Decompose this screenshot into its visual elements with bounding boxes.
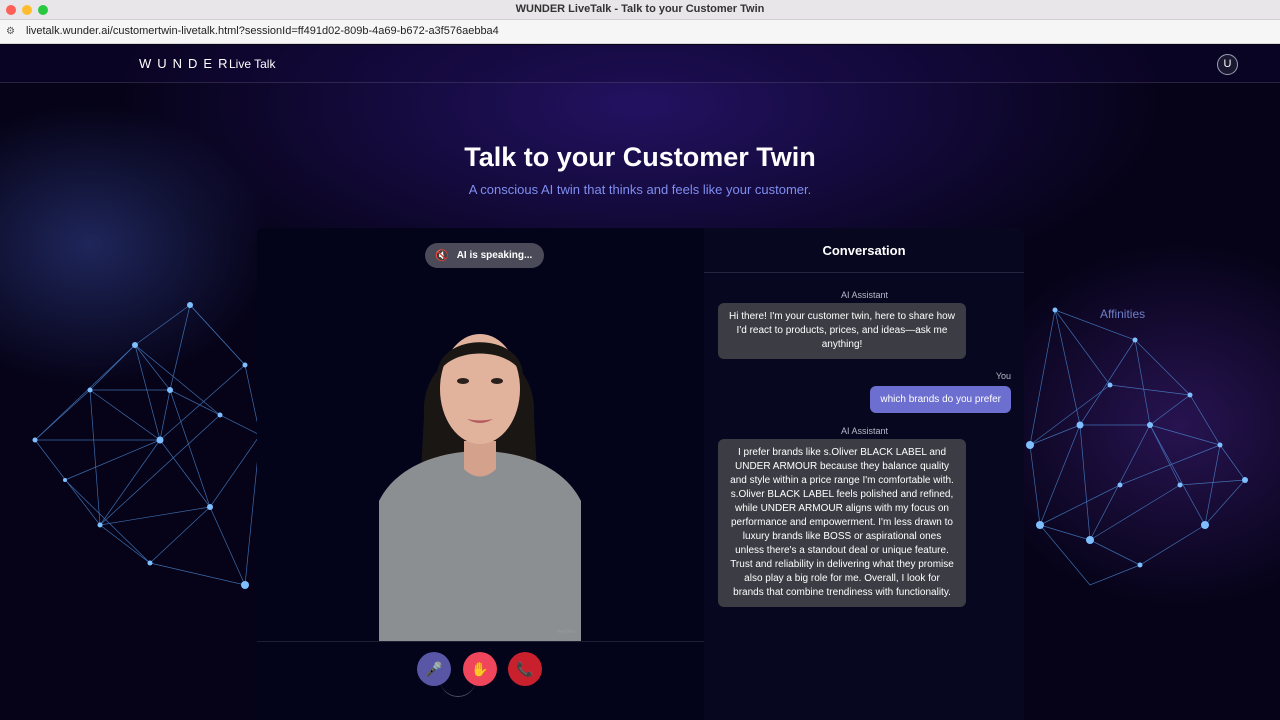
- end-call-icon: 📞: [516, 660, 534, 677]
- product-name: Live Talk: [229, 57, 276, 71]
- wunder-logo[interactable]: WUNDER: [139, 56, 234, 71]
- avatar-figure: [379, 334, 581, 641]
- assistant-message: I prefer brands like s.Oliver BLACK LABE…: [718, 439, 966, 607]
- muted-speaker-icon: 🔇: [435, 250, 449, 262]
- page: WUNDER Live Talk U Talk to your Customer…: [0, 45, 1280, 720]
- video-watermark: HeyGen: [556, 629, 575, 635]
- page-title: Talk to your Customer Twin: [464, 142, 816, 172]
- right-network-graphic: [1026, 307, 1248, 586]
- window-title: WUNDER LiveTalk - Talk to your Customer …: [515, 3, 765, 15]
- video-panel: 🔇 AI is speaking... HeyGen 🎤 ✋ �: [257, 228, 704, 720]
- raise-hand-icon: ✋: [471, 660, 489, 677]
- page-subtitle: A conscious AI twin that thinks and feel…: [468, 182, 812, 197]
- top-navigation: WUNDER Live Talk U: [0, 45, 1280, 83]
- microphone-button[interactable]: 🎤: [417, 652, 451, 686]
- window-titlebar: WUNDER LiveTalk - Talk to your Customer …: [0, 0, 1280, 20]
- avatar-video: HeyGen: [379, 301, 581, 641]
- conversation-title: Conversation: [704, 228, 1024, 273]
- controls-divider: [257, 641, 704, 642]
- site-settings-icon[interactable]: ⚙: [6, 26, 18, 38]
- conversation-panel[interactable]: Conversation AI Assistant Hi there! I'm …: [704, 228, 1024, 720]
- end-call-button[interactable]: 📞: [508, 652, 542, 686]
- raise-hand-button[interactable]: ✋: [463, 652, 497, 686]
- url-text[interactable]: livetalk.wunder.ai/customertwin-livetalk…: [26, 25, 499, 37]
- assistant-message: Hi there! I'm your customer twin, here t…: [718, 303, 966, 359]
- speaking-status-pill: 🔇 AI is speaking...: [425, 243, 545, 268]
- message-sender: You: [995, 371, 1011, 381]
- message-sender: AI Assistant: [841, 426, 889, 436]
- message-sender: AI Assistant: [841, 290, 889, 300]
- user-message: which brands do you prefer: [870, 386, 1011, 413]
- address-bar[interactable]: ⚙ livetalk.wunder.ai/customertwin-liveta…: [0, 20, 1280, 44]
- left-network-graphic: [32, 302, 260, 589]
- speaking-status-text: AI is speaking...: [456, 250, 533, 261]
- affinities-label: Affinities: [1100, 307, 1146, 321]
- user-avatar[interactable]: U: [1217, 54, 1238, 75]
- microphone-icon: 🎤: [425, 660, 443, 677]
